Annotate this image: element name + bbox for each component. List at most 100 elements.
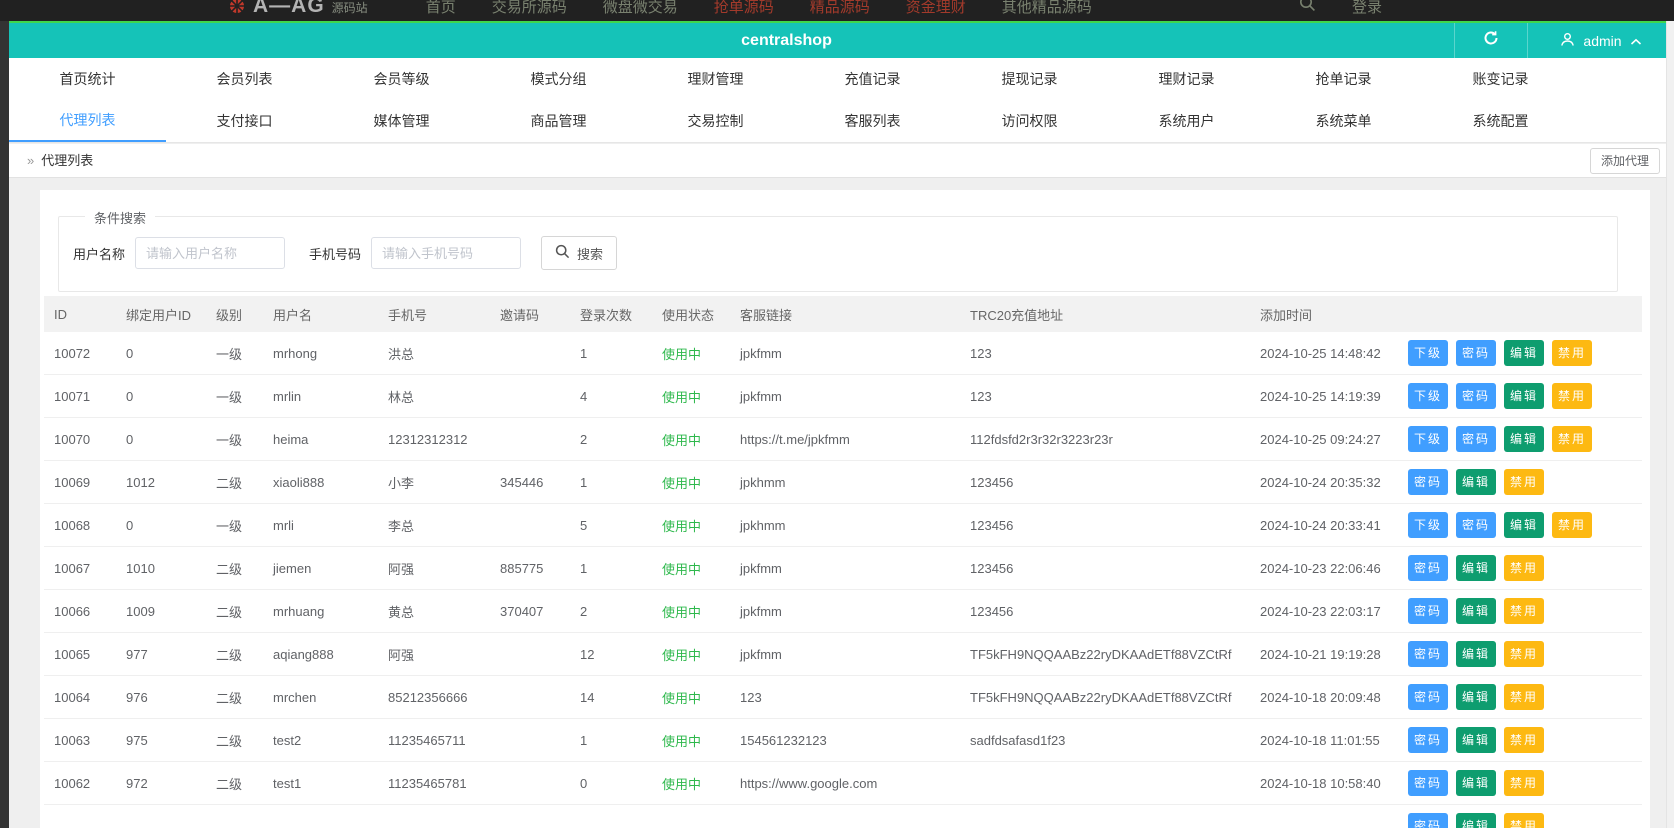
action-button-禁用[interactable]: 禁用 [1552,383,1593,409]
action-button-密码[interactable]: 密码 [1456,340,1497,366]
nav-item[interactable]: 客服列表 [794,100,951,142]
action-button-禁用[interactable]: 禁用 [1504,770,1545,796]
action-button-密码[interactable]: 密码 [1408,555,1449,581]
nav-item[interactable]: 理财管理 [637,58,794,100]
nav-item[interactable]: 提现记录 [951,58,1108,100]
nav-item[interactable]: 媒体管理 [323,100,480,142]
action-button-编辑[interactable]: 编辑 [1456,813,1497,828]
cell-trc20-address: 123456 [970,474,1014,490]
cell-added-time: 2024-10-25 14:48:42 [1260,345,1381,361]
site-nav-link[interactable]: 抢单源码 [714,0,774,17]
site-nav-link[interactable]: 精品源码 [810,0,870,17]
agents-table: ID 绑定用户ID 级别 用户名 手机号 邀请码 登录次数 使用状态 客服链接 TRC20充值地址… [44,296,1642,828]
cell-username: aqiang888 [273,646,334,662]
breadcrumb-bar: » 代理列表 添加代理 [9,144,1674,178]
cell-added-time: 2024-10-18 11:01:55 [1260,732,1380,748]
cell-username: test2 [273,732,302,748]
action-button-编辑[interactable]: 编辑 [1456,598,1497,624]
cell-service-link: jpkfmm [740,646,782,662]
column-header: ID [54,306,67,322]
username-input[interactable] [135,237,286,269]
action-button-密码[interactable]: 密码 [1408,727,1449,753]
cell-trc20-address: TF5kFH9NQQAABz22ryDKAAdETf88VZCtRf [970,689,1232,705]
cell-added-time: 2024-10-18 10:58:40 [1260,775,1381,791]
nav-item[interactable]: 会员等级 [323,58,480,100]
action-button-编辑[interactable]: 编辑 [1504,340,1545,366]
nav-item[interactable]: 商品管理 [480,100,637,142]
nav-item[interactable]: 会员列表 [166,58,323,100]
action-button-下级[interactable]: 下级 [1408,340,1449,366]
action-button-禁用[interactable]: 禁用 [1504,727,1545,753]
action-button-编辑[interactable]: 编辑 [1456,469,1497,495]
site-nav-link[interactable]: 首页 [426,0,456,17]
action-button-禁用[interactable]: 禁用 [1504,813,1545,828]
action-button-密码[interactable]: 密码 [1408,598,1449,624]
action-button-编辑[interactable]: 编辑 [1456,727,1497,753]
search-button[interactable]: 搜索 [541,236,618,270]
action-button-密码[interactable]: 密码 [1408,641,1449,667]
action-button-编辑[interactable]: 编辑 [1456,555,1497,581]
action-button-禁用[interactable]: 禁用 [1504,684,1545,710]
nav-item[interactable]: 访问权限 [951,100,1108,142]
cell-service-link: https://t.me/jpkfmm [740,431,850,447]
action-button-编辑[interactable]: 编辑 [1456,641,1497,667]
cell-login-count: 2 [580,431,588,447]
action-button-禁用[interactable]: 禁用 [1552,512,1593,538]
nav-item[interactable]: 系统配置 [1422,100,1579,142]
add-agent-button[interactable]: 添加代理 [1589,148,1660,174]
action-button-编辑[interactable]: 编辑 [1504,426,1545,452]
cell-login-count: 1 [580,474,588,490]
site-logo[interactable]: A—AG 源码站 [228,0,368,18]
cell-username: xiaoli888 [273,474,325,490]
left-edge-strip [0,21,9,828]
cell-actions: 下级 密码 编辑 禁用 [1398,340,1638,366]
action-button-禁用[interactable]: 禁用 [1504,555,1545,581]
site-search-icon[interactable] [1299,0,1316,17]
nav-item[interactable]: 首页统计 [9,58,166,100]
table-row: 10066 1009 二级 mrhuang 黄总 370407 2 使用中 jp… [44,590,1642,633]
action-button-禁用[interactable]: 禁用 [1504,641,1545,667]
site-nav-link[interactable]: 微盘微交易 [603,0,678,17]
action-button-下级[interactable]: 下级 [1408,426,1449,452]
action-button-密码[interactable]: 密码 [1408,469,1449,495]
page-scrollbar[interactable] [1666,21,1674,828]
site-nav-link[interactable]: 其他精品源码 [1002,0,1092,17]
nav-item[interactable]: 代理列表 [9,100,166,142]
nav-item[interactable]: 系统菜单 [1265,100,1422,142]
action-button-禁用[interactable]: 禁用 [1504,598,1545,624]
action-button-编辑[interactable]: 编辑 [1504,383,1545,409]
table-row: 10062 972 二级 test1 11235465781 0 使用中 htt… [44,762,1642,805]
nav-item[interactable]: 抢单记录 [1265,58,1422,100]
nav-item[interactable]: 交易控制 [637,100,794,142]
action-button-禁用[interactable]: 禁用 [1552,426,1593,452]
column-header: TRC20充值地址 [970,307,1064,323]
action-button-编辑[interactable]: 编辑 [1456,770,1497,796]
nav-item[interactable]: 理财记录 [1108,58,1265,100]
phone-input[interactable] [371,237,522,269]
action-button-密码[interactable]: 密码 [1456,383,1497,409]
action-button-密码[interactable]: 密码 [1408,813,1449,828]
action-button-密码[interactable]: 密码 [1408,770,1449,796]
action-button-禁用[interactable]: 禁用 [1504,469,1545,495]
site-nav-link[interactable]: 资金理财 [906,0,966,17]
column-header: 客服链接 [740,307,793,323]
refresh-button[interactable] [1455,23,1527,58]
action-button-编辑[interactable]: 编辑 [1456,684,1497,710]
action-button-下级[interactable]: 下级 [1408,512,1449,538]
user-name: admin [1583,32,1622,49]
action-button-密码[interactable]: 密码 [1408,684,1449,710]
action-button-密码[interactable]: 密码 [1456,426,1497,452]
user-menu[interactable]: admin [1528,23,1674,58]
action-button-下级[interactable]: 下级 [1408,383,1449,409]
nav-item[interactable]: 系统用户 [1108,100,1265,142]
cell-login-count: 5 [580,517,588,533]
nav-item[interactable]: 充值记录 [794,58,951,100]
action-button-编辑[interactable]: 编辑 [1504,512,1545,538]
site-login-link[interactable]: 登录 [1352,0,1382,17]
site-nav-link[interactable]: 交易所源码 [492,0,567,17]
nav-item[interactable]: 支付接口 [166,100,323,142]
nav-item[interactable]: 账变记录 [1422,58,1579,100]
nav-item[interactable]: 模式分组 [480,58,637,100]
action-button-禁用[interactable]: 禁用 [1552,340,1593,366]
action-button-密码[interactable]: 密码 [1456,512,1497,538]
